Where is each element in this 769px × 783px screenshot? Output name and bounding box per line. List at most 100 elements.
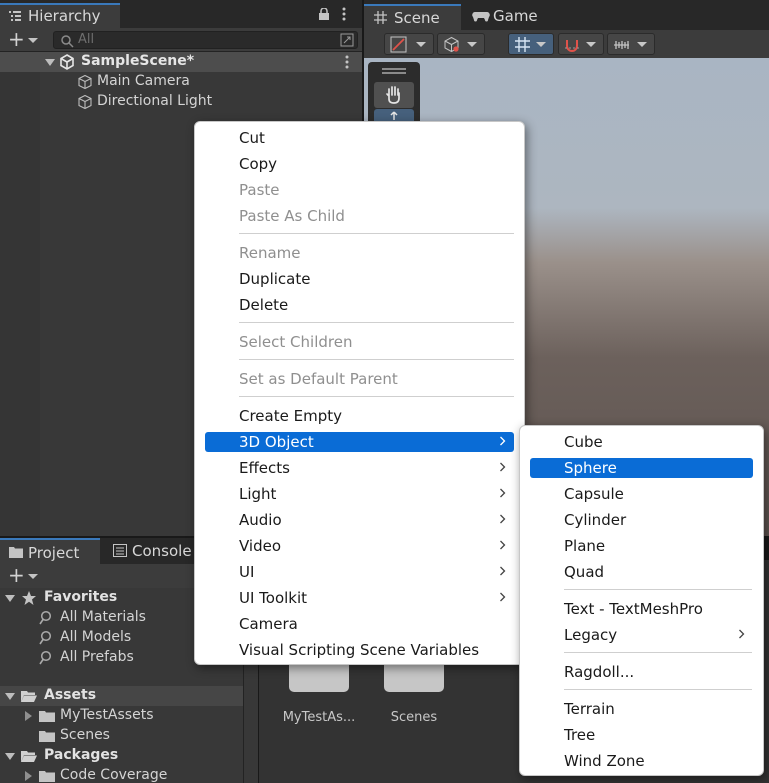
menu-item-legacy[interactable]: Legacy <box>530 625 753 645</box>
menu-item-label: Rename <box>239 244 301 262</box>
3d-object-submenu: Cube Sphere Capsule Cylinder Plane Quad … <box>519 425 764 776</box>
caret-down-icon <box>536 42 546 47</box>
scene-toolbar <box>364 30 769 58</box>
menu-item-quad[interactable]: Quad <box>530 562 753 582</box>
menu-item-effects[interactable]: Effects <box>205 458 514 478</box>
menu-item-label: Legacy <box>564 626 618 644</box>
hierarchy-tabbar: Hierarchy <box>0 0 362 28</box>
menu-item-terrain[interactable]: Terrain <box>530 699 753 719</box>
menu-item-select-children[interactable]: Select Children <box>205 332 514 352</box>
asset-folder-scenes[interactable]: Scenes <box>0 726 258 746</box>
expand-arrow-icon[interactable] <box>5 753 15 760</box>
scene-tabbar: Scene Game <box>364 0 769 30</box>
tab-scene[interactable]: Scene <box>364 4 461 30</box>
menu-item-tree[interactable]: Tree <box>530 725 753 745</box>
expand-arrow-icon[interactable] <box>5 595 15 602</box>
package-folder-code-coverage[interactable]: Code Coverage <box>0 766 258 783</box>
menu-item-label: Capsule <box>564 485 624 503</box>
menu-item-label: Audio <box>239 511 282 529</box>
hierarchy-item-directional-light[interactable]: Directional Light <box>0 92 362 112</box>
chevron-right-icon <box>500 436 506 446</box>
menu-item-rename[interactable]: Rename <box>205 243 514 263</box>
menu-item-plane[interactable]: Plane <box>530 536 753 556</box>
folder-icon <box>9 547 23 558</box>
object-label: Directional Light <box>97 93 213 109</box>
game-tab-label: Game <box>493 7 538 25</box>
gamepad-icon <box>472 12 490 22</box>
assets-header[interactable]: Assets <box>0 686 243 706</box>
draw-mode-dropdown[interactable] <box>384 33 434 55</box>
menu-item-label: Effects <box>239 459 290 477</box>
menu-item-video[interactable]: Video <box>205 536 514 556</box>
hierarchy-item-main-camera[interactable]: Main Camera <box>0 72 362 92</box>
menu-item-capsule[interactable]: Capsule <box>530 484 753 504</box>
scene-row[interactable]: SampleScene* <box>0 52 362 72</box>
snap-settings-dropdown[interactable] <box>558 33 604 55</box>
favorite-label: All Materials <box>60 609 146 625</box>
context-menu: Cut Copy Paste Paste As Child Rename Dup… <box>194 121 525 665</box>
menu-item-label: Ragdoll... <box>564 663 635 681</box>
menu-item-label: Visual Scripting Scene Variables <box>239 641 480 659</box>
menu-item-delete[interactable]: Delete <box>205 295 514 315</box>
expand-arrow-icon[interactable] <box>45 59 55 66</box>
menu-item-label: Duplicate <box>239 270 311 288</box>
menu-item-ui[interactable]: UI <box>205 562 514 582</box>
tab-game[interactable]: Game <box>464 4 554 30</box>
menu-item-wind-zone[interactable]: Wind Zone <box>530 751 753 771</box>
overlay-grip-handle[interactable] <box>382 68 406 70</box>
create-dropdown-button[interactable]: + <box>6 27 40 51</box>
menu-item-paste[interactable]: Paste <box>205 180 514 200</box>
menu-item-paste-as-child[interactable]: Paste As Child <box>205 206 514 226</box>
menu-item-ui-toolkit[interactable]: UI Toolkit <box>205 588 514 608</box>
menu-item-duplicate[interactable]: Duplicate <box>205 269 514 289</box>
caret-down-icon <box>586 42 596 47</box>
menu-item-cube[interactable]: Cube <box>530 432 753 452</box>
search-options-icon[interactable] <box>339 32 355 48</box>
tab-console[interactable]: Console <box>104 538 204 564</box>
chevron-right-icon <box>500 566 506 576</box>
lock-icon[interactable] <box>318 8 330 20</box>
menu-item-label: Create Empty <box>239 407 342 425</box>
menu-item-sphere[interactable]: Sphere <box>530 458 753 478</box>
caret-down-icon <box>637 42 647 47</box>
packages-header[interactable]: Packages <box>0 746 258 766</box>
hand-tool-button[interactable] <box>374 82 414 108</box>
hierarchy-search-input[interactable]: All <box>53 31 358 49</box>
menu-item-light[interactable]: Light <box>205 484 514 504</box>
search-icon <box>39 650 52 665</box>
folder-icon <box>39 771 55 782</box>
menu-item-camera[interactable]: Camera <box>205 614 514 634</box>
search-placeholder: All <box>78 32 95 47</box>
expand-arrow-icon[interactable] <box>5 693 15 700</box>
menu-separator <box>239 396 514 397</box>
menu-item-create-empty[interactable]: Create Empty <box>205 406 514 426</box>
menu-item-copy[interactable]: Copy <box>205 154 514 174</box>
expand-arrow-icon[interactable] <box>25 771 32 781</box>
favorite-label: All Prefabs <box>60 649 134 665</box>
menu-item-text-textmeshpro[interactable]: Text - TextMeshPro <box>530 599 753 619</box>
project-create-dropdown[interactable]: + <box>6 563 40 587</box>
render-mode-dropdown[interactable] <box>437 33 485 55</box>
menu-item-audio[interactable]: Audio <box>205 510 514 530</box>
grid-snap-toggle[interactable] <box>508 33 554 55</box>
tab-project[interactable]: Project <box>0 538 100 564</box>
menu-item-set-default-parent[interactable]: Set as Default Parent <box>205 369 514 389</box>
expand-arrow-icon[interactable] <box>25 711 32 721</box>
open-folder-icon <box>21 691 37 702</box>
menu-item-label: UI <box>239 563 255 581</box>
hierarchy-menu-kebab-icon[interactable] <box>342 7 346 21</box>
menu-item-label: Delete <box>239 296 289 314</box>
menu-item-visual-scripting-scene-variables[interactable]: Visual Scripting Scene Variables <box>205 640 514 660</box>
asset-tile-label: MyTestAs... <box>282 710 356 725</box>
tab-hierarchy[interactable]: Hierarchy <box>0 3 120 28</box>
increment-snap-dropdown[interactable] <box>607 33 655 55</box>
menu-item-3d-object[interactable]: 3D Object <box>205 432 514 452</box>
search-icon <box>61 35 74 48</box>
chevron-right-icon <box>500 514 506 524</box>
menu-item-cut[interactable]: Cut <box>205 128 514 148</box>
menu-item-cylinder[interactable]: Cylinder <box>530 510 753 530</box>
menu-item-ragdoll[interactable]: Ragdoll... <box>530 662 753 682</box>
scene-menu-kebab-icon[interactable] <box>345 55 349 69</box>
scene-tab-label: Scene <box>394 9 440 27</box>
asset-folder-mytestassets[interactable]: MyTestAssets <box>0 706 258 726</box>
